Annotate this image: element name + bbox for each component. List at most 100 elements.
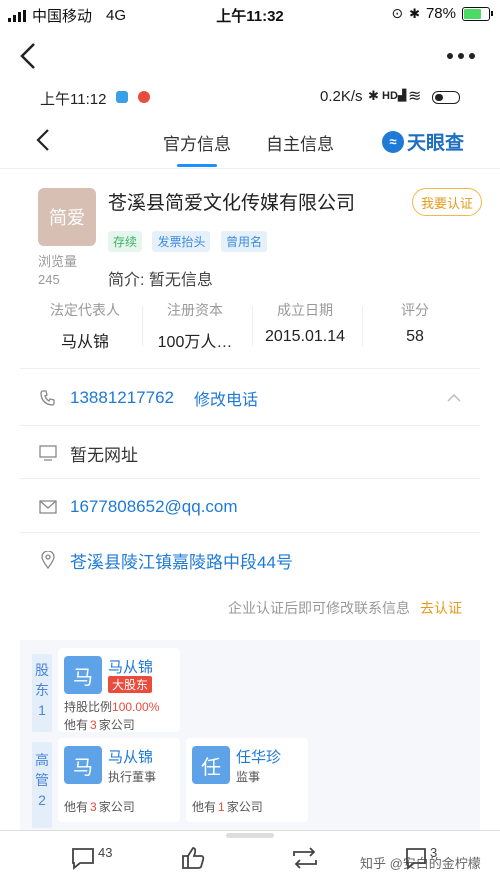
stat-divider — [142, 306, 143, 346]
edit-phone-link[interactable]: 修改电话 — [194, 386, 258, 410]
verify-link[interactable]: 去认证 — [420, 598, 462, 618]
email-row: 1677808652@qq.com — [38, 492, 468, 522]
outer-nav-bar — [0, 28, 500, 86]
chevron-up-icon[interactable] — [446, 393, 462, 403]
shareholder-section: 股 东 1 马 马从锦 大股东 持股比例100.00% 他有 3 家公司 高 管 2… — [20, 640, 480, 830]
like-icon[interactable] — [180, 845, 206, 871]
address-row: 苍溪县陵江镇嘉陵路中段44号 — [38, 545, 468, 575]
back-arrow-icon[interactable] — [18, 42, 38, 70]
other-prefix: 他有 — [64, 800, 89, 814]
shareholders-label[interactable]: 股 东 1 — [32, 654, 52, 732]
share-count: 3 — [430, 845, 438, 860]
address-value[interactable]: 苍溪县陵江镇嘉陵路中段44号 — [70, 548, 293, 573]
claim-button[interactable]: 我要认证 — [412, 188, 482, 216]
ratio-label: 持股比例 — [64, 700, 113, 714]
comment-icon — [72, 848, 94, 870]
views-label: 浏览量 — [38, 254, 78, 269]
stat-score[interactable]: 评分 58 — [360, 300, 470, 346]
manager-name[interactable]: 马从锦 — [108, 746, 153, 767]
label-char: 股 — [35, 662, 49, 678]
location-pin-icon — [38, 551, 58, 569]
divider — [20, 478, 480, 479]
battery-percent: 78% — [425, 5, 456, 22]
other-companies: 他有 1 家公司 — [192, 798, 263, 815]
stat-divider — [252, 306, 253, 346]
bluetooth-icon: ✱ — [409, 5, 420, 21]
manager-name[interactable]: 任华珍 — [236, 746, 281, 767]
avatar: 马 — [64, 746, 102, 784]
phone-row: 13881217762 修改电话 — [38, 383, 468, 413]
company-tags: 存续 发票抬头 曾用名 — [108, 231, 273, 252]
other-suffix: 家公司 — [226, 800, 263, 814]
other-companies: 他有 3 家公司 — [64, 716, 135, 733]
company-name: 苍溪县简爱文化传媒有限公司 — [108, 193, 356, 214]
wifi-icon: ≋ — [408, 88, 422, 105]
manager-card[interactable]: 任 任华珍 监事 他有 1 家公司 — [186, 738, 308, 822]
shareholder-name[interactable]: 马从锦 — [108, 656, 153, 677]
tag-status: 存续 — [108, 231, 143, 252]
managers-label[interactable]: 高 管 2 — [32, 742, 52, 828]
avatar: 马 — [64, 656, 102, 694]
other-count: 1 — [218, 800, 225, 814]
brand-name: 天眼查 — [407, 133, 465, 154]
battery-icon — [462, 6, 493, 21]
bottom-action-bar: 43 知乎 @安白的金柠檬 3 — [0, 830, 500, 891]
share-ratio: 持股比例100.00% — [64, 698, 159, 715]
verify-notice-text: 企业认证后即可修改联系信息 — [228, 600, 410, 616]
phone-number[interactable]: 13881217762 — [70, 388, 174, 408]
manager-card[interactable]: 马 马从锦 执行董事 他有 3 家公司 — [58, 738, 180, 822]
scroll-handle[interactable] — [226, 833, 274, 838]
stat-label: 成立日期 — [277, 302, 333, 318]
other-prefix: 他有 — [192, 800, 217, 814]
comment-button[interactable]: 43 — [70, 845, 112, 871]
brand-icon: ≈ — [382, 130, 404, 153]
monitor-icon — [38, 445, 58, 461]
divider — [20, 368, 480, 369]
label-count: 1 — [38, 702, 46, 718]
views-count: 245 — [38, 272, 60, 287]
divider — [20, 532, 480, 533]
claim-button-label: 我要认证 — [420, 195, 473, 211]
website-value: 暂无网址 — [70, 445, 138, 465]
inner-status-bar: 上午11:12 0.2K/s ✱ HD▟ ≋ — [0, 82, 500, 112]
phone-icon — [38, 389, 58, 407]
share-icon — [406, 848, 426, 870]
stat-legal-rep[interactable]: 法定代表人 马从锦 — [30, 300, 140, 352]
tab-self-info[interactable]: 自主信息 — [266, 130, 334, 155]
company-intro: 简介: 暂无信息 — [108, 272, 213, 289]
manager-role: 执行董事 — [108, 770, 157, 784]
stat-founded: 成立日期 2015.01.14 — [250, 300, 360, 346]
inner-battery-icon — [432, 91, 460, 104]
tag-invoice[interactable]: 发票抬头 — [152, 231, 211, 252]
other-suffix: 家公司 — [98, 718, 135, 732]
label-count: 2 — [38, 792, 46, 808]
ratio-value: 100.00% — [112, 700, 160, 714]
divider — [20, 425, 480, 426]
app-icon-1 — [116, 91, 128, 103]
manager-role: 监事 — [236, 770, 261, 784]
network-speed: 0.2K/s — [320, 88, 363, 105]
stat-value: 58 — [406, 328, 424, 345]
stat-label: 注册资本 — [167, 302, 223, 318]
stat-label: 评分 — [401, 302, 429, 318]
email-value[interactable]: 1677808652@qq.com — [70, 497, 238, 517]
app-icon-2 — [138, 91, 150, 103]
tab-official-info[interactable]: 官方信息 — [163, 130, 231, 155]
inner-back-icon[interactable] — [36, 128, 50, 152]
major-shareholder-badge: 大股东 — [108, 676, 153, 693]
inner-status-time: 上午11:12 — [40, 91, 107, 108]
label-char: 管 — [35, 772, 49, 788]
rotation-lock-icon: ⊙ — [391, 5, 404, 21]
tag-former-name[interactable]: 曾用名 — [220, 231, 267, 252]
inner-header: 官方信息 自主信息 ≈ 天眼查 — [0, 116, 500, 169]
other-prefix: 他有 — [64, 718, 89, 732]
bluetooth-icon: ✱ — [368, 88, 379, 103]
share-button[interactable]: 3 — [404, 845, 437, 871]
repost-icon[interactable] — [290, 846, 320, 870]
mail-icon — [38, 500, 58, 514]
more-icon[interactable] — [446, 52, 476, 60]
shareholder-card[interactable]: 马 马从锦 大股东 持股比例100.00% 他有 3 家公司 — [58, 648, 180, 732]
brand-logo: ≈ 天眼查 — [382, 128, 464, 155]
website-row: 暂无网址 — [38, 438, 468, 468]
label-char: 高 — [35, 752, 49, 768]
